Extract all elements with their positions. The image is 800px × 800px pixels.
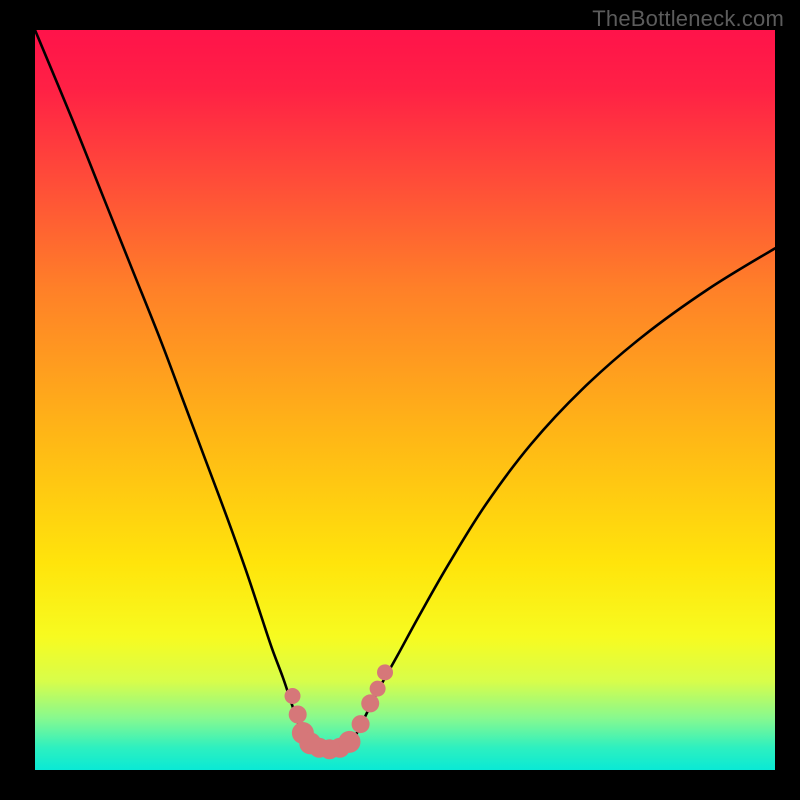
marker-point [289, 706, 307, 724]
curve-right [353, 248, 775, 740]
marker-point [361, 694, 379, 712]
marker-point [339, 731, 361, 753]
plot-area [35, 30, 775, 770]
marker-point [377, 664, 393, 680]
marker-point [285, 688, 301, 704]
marker-point [370, 681, 386, 697]
chart-frame: TheBottleneck.com [0, 0, 800, 800]
watermark-text: TheBottleneck.com [592, 6, 784, 32]
curve-layer [35, 30, 775, 770]
marker-group [285, 664, 394, 759]
marker-point [352, 715, 370, 733]
curve-left [35, 30, 303, 740]
